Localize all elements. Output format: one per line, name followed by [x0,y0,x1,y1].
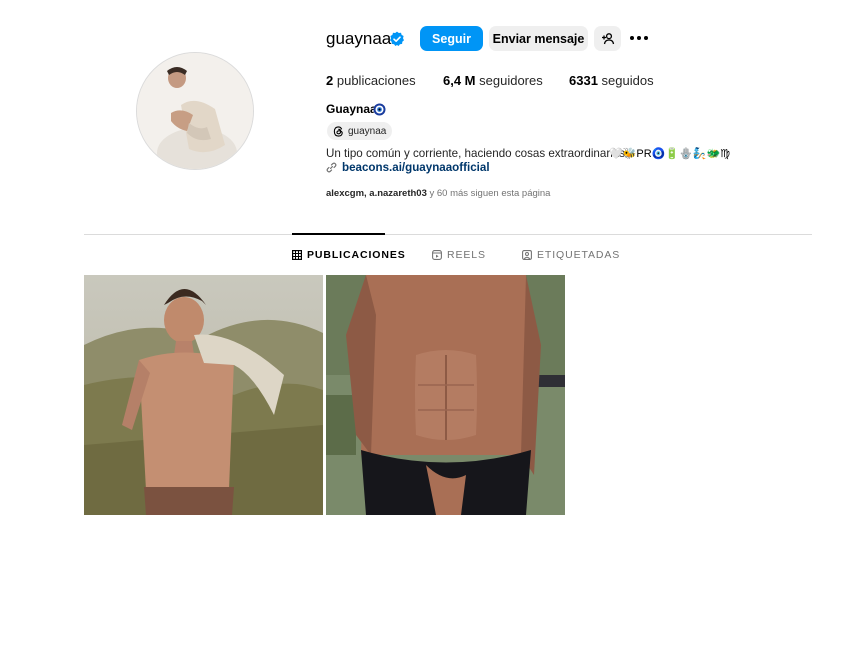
followed-by-users: alexcgm, a.nazareth03 [326,188,427,199]
follow-button[interactable]: Seguir [420,26,483,51]
threads-handle: guaynaa [348,125,387,137]
post-thumbnail-2[interactable] [326,275,565,515]
tagged-icon [522,250,532,260]
suggested-accounts-button[interactable] [594,26,621,51]
posts-count-stat: 2 publicaciones [326,73,416,88]
followers-stat[interactable]: 6,4 M seguidores [443,73,543,88]
following-label: seguidos [601,73,654,88]
profile-username: guaynaa [326,29,392,48]
tabs-divider [84,234,812,235]
link-icon [326,162,337,173]
following-stat[interactable]: 6331 seguidos [569,73,654,88]
followers-count: 6,4 M [443,73,476,88]
following-count: 6331 [569,73,598,88]
tab-tagged[interactable]: ETIQUETADAS [522,249,620,261]
tab-reels[interactable]: REELS [432,249,486,261]
post-1-image [84,275,323,515]
active-tab-indicator [292,233,385,235]
post-2-image [326,275,565,515]
avatar-photo [137,53,253,169]
send-message-button[interactable]: Enviar mensaje [489,26,588,51]
bio-emojis: 🤍🐝PR🧿🔋🪬🧞🐲♍ [609,147,731,160]
nazar-eye-icon [373,103,386,116]
threads-link-pill[interactable]: guaynaa [327,122,393,140]
more-options-button[interactable] [628,30,650,46]
profile-link[interactable]: beacons.ai/guaynaaofficial [326,161,490,174]
tab-posts[interactable]: PUBLICACIONES [292,249,406,261]
profile-link-text: beacons.ai/guaynaaofficial [342,161,490,174]
followed-by-rest: y 60 más siguen esta página [426,188,551,199]
verified-badge-icon [390,31,404,46]
followers-label: seguidores [479,73,543,88]
tab-tagged-label: ETIQUETADAS [537,249,621,261]
more-dots-icon [630,36,648,40]
tab-posts-label: PUBLICACIONES [307,249,406,261]
threads-icon [333,125,343,137]
grid-icon [292,250,302,260]
posts-count: 2 [326,73,334,88]
post-thumbnail-1[interactable] [84,275,323,515]
tab-reels-label: REELS [447,249,486,261]
profile-full-name: Guaynaa [326,102,377,116]
profile-avatar[interactable] [136,52,254,170]
profile-bio: Un tipo común y corriente, haciendo cosa… [326,147,626,160]
reels-icon [432,250,442,260]
add-person-icon [601,32,614,44]
followed-by-text[interactable]: alexcgm, a.nazareth03 y 60 más siguen es… [326,188,550,199]
posts-label: publicaciones [336,73,416,88]
